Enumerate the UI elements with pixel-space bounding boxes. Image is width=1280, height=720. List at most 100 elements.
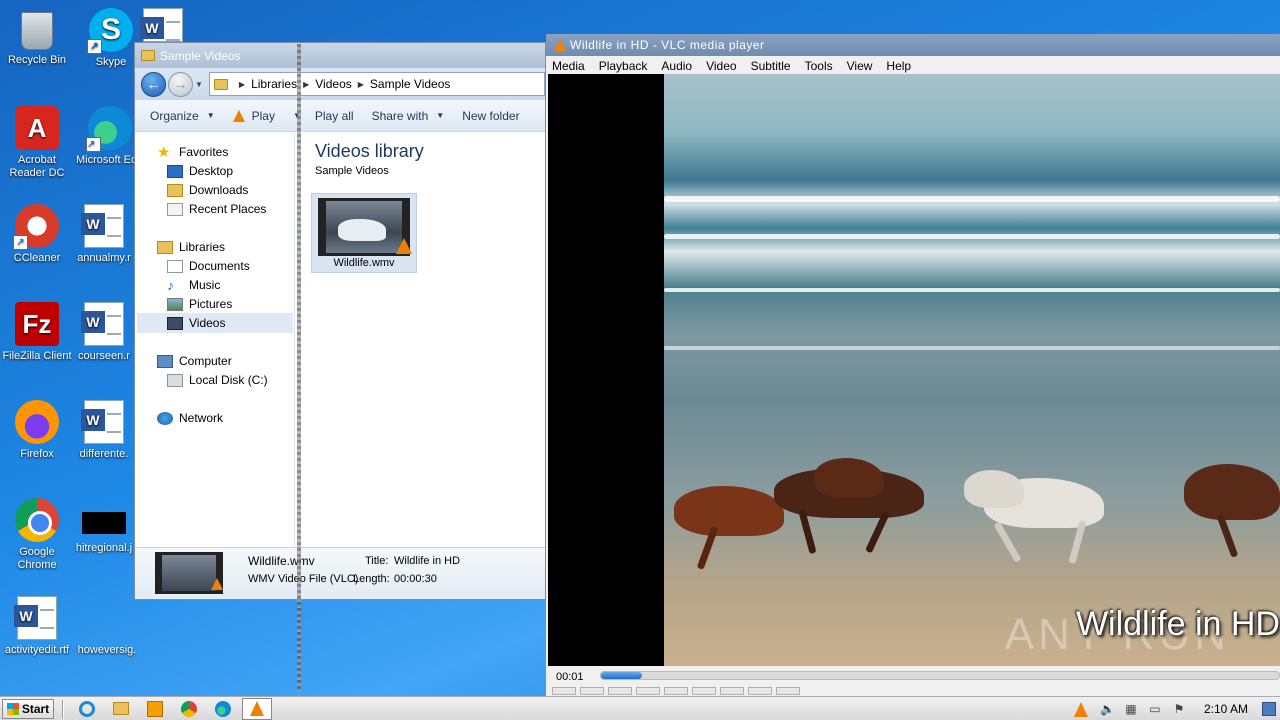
nav-label: Pictures xyxy=(189,297,233,311)
desktop-icon-chrome[interactable]: Google Chrome xyxy=(0,498,74,572)
desktop-icon-filezilla[interactable]: Fz FileZilla Client xyxy=(0,302,74,363)
nav-label: Documents xyxy=(189,259,250,273)
menu-video[interactable]: Video xyxy=(706,59,736,73)
nav-network[interactable]: Network xyxy=(157,409,223,427)
desktop-icon-label: annualmy.r xyxy=(77,252,131,264)
desktop-icon-howeversig[interactable]: howeversig. xyxy=(74,596,140,657)
recent-pages-dropdown[interactable]: ▼ xyxy=(195,80,203,89)
desktop-icon-acrobat[interactable]: A Acrobat Reader DC xyxy=(0,106,74,180)
folder-icon xyxy=(141,50,155,61)
explorer-body: ★ Favorites Desktop Downloads Recent Pla… xyxy=(135,133,545,549)
music-icon: ♪ xyxy=(167,276,174,293)
volume-icon[interactable]: 🔈 xyxy=(1100,702,1115,716)
media-player-icon xyxy=(147,700,163,717)
nav-label: Libraries xyxy=(179,240,226,254)
nav-documents[interactable]: Documents xyxy=(167,257,250,275)
menu-playback[interactable]: Playback xyxy=(599,59,648,73)
extended-settings-button[interactable] xyxy=(776,687,800,695)
nav-computer[interactable]: Computer xyxy=(157,352,232,370)
breadcrumb[interactable]: ▶ Libraries ▶ Videos ▶ Sample Videos xyxy=(208,72,545,96)
library-icon xyxy=(213,78,228,90)
breadcrumb-sample-videos[interactable]: Sample Videos xyxy=(370,77,451,91)
previous-button[interactable] xyxy=(580,687,604,695)
breadcrumb-libraries[interactable]: Libraries xyxy=(251,77,297,91)
desktop-icon-label: Recycle Bin xyxy=(7,54,67,66)
play-button[interactable]: Play ▼ xyxy=(232,109,301,123)
action-center-flag-icon[interactable]: ⚑ xyxy=(1172,702,1186,716)
menu-audio[interactable]: Audio xyxy=(661,59,692,73)
start-button[interactable]: Start xyxy=(2,698,54,719)
back-button[interactable]: ← xyxy=(141,71,166,97)
blank-file-icon xyxy=(85,596,129,640)
desktop-icon-courseen[interactable]: courseen.r xyxy=(74,302,134,363)
forward-button[interactable]: → xyxy=(168,71,193,97)
seek-bar[interactable] xyxy=(600,671,1280,680)
organize-button[interactable]: Organize ▼ xyxy=(150,109,215,123)
nav-videos[interactable]: Videos xyxy=(167,314,225,332)
desktop-icon-differente[interactable]: differente. xyxy=(74,400,134,461)
explorer-title-bar[interactable]: Sample Videos xyxy=(135,43,545,68)
nav-label: Desktop xyxy=(189,164,234,178)
window-resize-line xyxy=(297,44,301,692)
network-icon[interactable]: ▦ xyxy=(1124,702,1138,716)
nav-local-disk[interactable]: Local Disk (C:) xyxy=(167,371,268,389)
taskbar-ie[interactable] xyxy=(72,698,102,720)
play-pause-button[interactable] xyxy=(552,687,576,695)
nav-label: Local Disk (C:) xyxy=(189,373,268,387)
edge-icon xyxy=(215,700,231,717)
show-desktop-icon[interactable] xyxy=(1262,702,1276,716)
nav-music[interactable]: ♪ Music xyxy=(167,276,220,294)
menu-subtitle[interactable]: Subtitle xyxy=(751,59,791,73)
desktop-icon-word-partial[interactable] xyxy=(134,8,192,42)
taskbar-chrome[interactable] xyxy=(174,698,204,720)
display-icon[interactable]: ▭ xyxy=(1148,702,1162,716)
details-file-type: WMV Video File (VLC) xyxy=(248,573,359,585)
desktop-icon-activityedit[interactable]: activityedit.rtf xyxy=(0,596,74,657)
horse xyxy=(1184,464,1280,520)
menu-view[interactable]: View xyxy=(847,59,873,73)
vlc-icon xyxy=(211,578,223,590)
menu-help[interactable]: Help xyxy=(886,59,911,73)
share-with-button[interactable]: Share with ▼ xyxy=(372,109,445,123)
play-all-button[interactable]: Play all xyxy=(315,109,354,123)
nav-pictures[interactable]: Pictures xyxy=(167,295,232,313)
loop-button[interactable] xyxy=(720,687,744,695)
nav-favorites[interactable]: ★ Favorites xyxy=(157,143,228,161)
vlc-window: Wildlife in HD - VLC media player Media … xyxy=(546,34,1280,696)
vlc-icon xyxy=(396,238,412,254)
video-display[interactable]: ANY RUN Wildlife in HD xyxy=(548,74,1280,666)
fullscreen-button[interactable] xyxy=(664,687,688,695)
file-item-wildlife[interactable]: Wildlife.wmv xyxy=(311,193,417,273)
nav-desktop[interactable]: Desktop xyxy=(167,162,233,180)
desktop-icon-label: Firefox xyxy=(20,448,54,460)
desktop-icon-firefox[interactable]: Firefox xyxy=(0,400,74,461)
nav-label: Downloads xyxy=(189,183,249,197)
file-name: Wildlife.wmv xyxy=(333,257,395,269)
desktop-icon-ccleaner[interactable]: CCleaner xyxy=(0,204,74,265)
nav-recent-places[interactable]: Recent Places xyxy=(167,200,266,218)
horse-leg xyxy=(993,521,1022,563)
new-folder-button[interactable]: New folder xyxy=(462,109,519,123)
taskbar-vlc[interactable] xyxy=(242,697,272,720)
menu-media[interactable]: Media xyxy=(552,59,585,73)
desktop-icon-edge[interactable]: Microsoft Ed xyxy=(74,106,134,167)
next-button[interactable] xyxy=(636,687,660,695)
clock[interactable]: 2:10 AM xyxy=(1204,702,1248,716)
playlist-button[interactable] xyxy=(692,687,716,695)
taskbar-media-player[interactable] xyxy=(140,698,170,720)
stop-button[interactable] xyxy=(608,687,632,695)
taskbar-explorer[interactable] xyxy=(106,698,136,720)
vlc-tray-icon[interactable] xyxy=(1073,701,1088,717)
video-frame xyxy=(664,74,1280,666)
details-file-name: Wildlife.wmv xyxy=(248,554,315,568)
taskbar-edge[interactable] xyxy=(208,698,238,720)
desktop-icon-hitregional[interactable]: hitregional.j xyxy=(74,498,134,555)
breadcrumb-videos[interactable]: Videos xyxy=(315,77,351,91)
vlc-title-bar[interactable]: Wildlife in HD - VLC media player xyxy=(546,34,1280,56)
shuffle-button[interactable] xyxy=(748,687,772,695)
desktop-icon-annualmy[interactable]: annualmy.r xyxy=(74,204,134,265)
desktop-icon-recycle-bin[interactable]: Recycle Bin xyxy=(0,8,74,67)
nav-downloads[interactable]: Downloads xyxy=(167,181,248,199)
menu-tools[interactable]: Tools xyxy=(805,59,833,73)
nav-libraries[interactable]: Libraries xyxy=(157,238,225,256)
